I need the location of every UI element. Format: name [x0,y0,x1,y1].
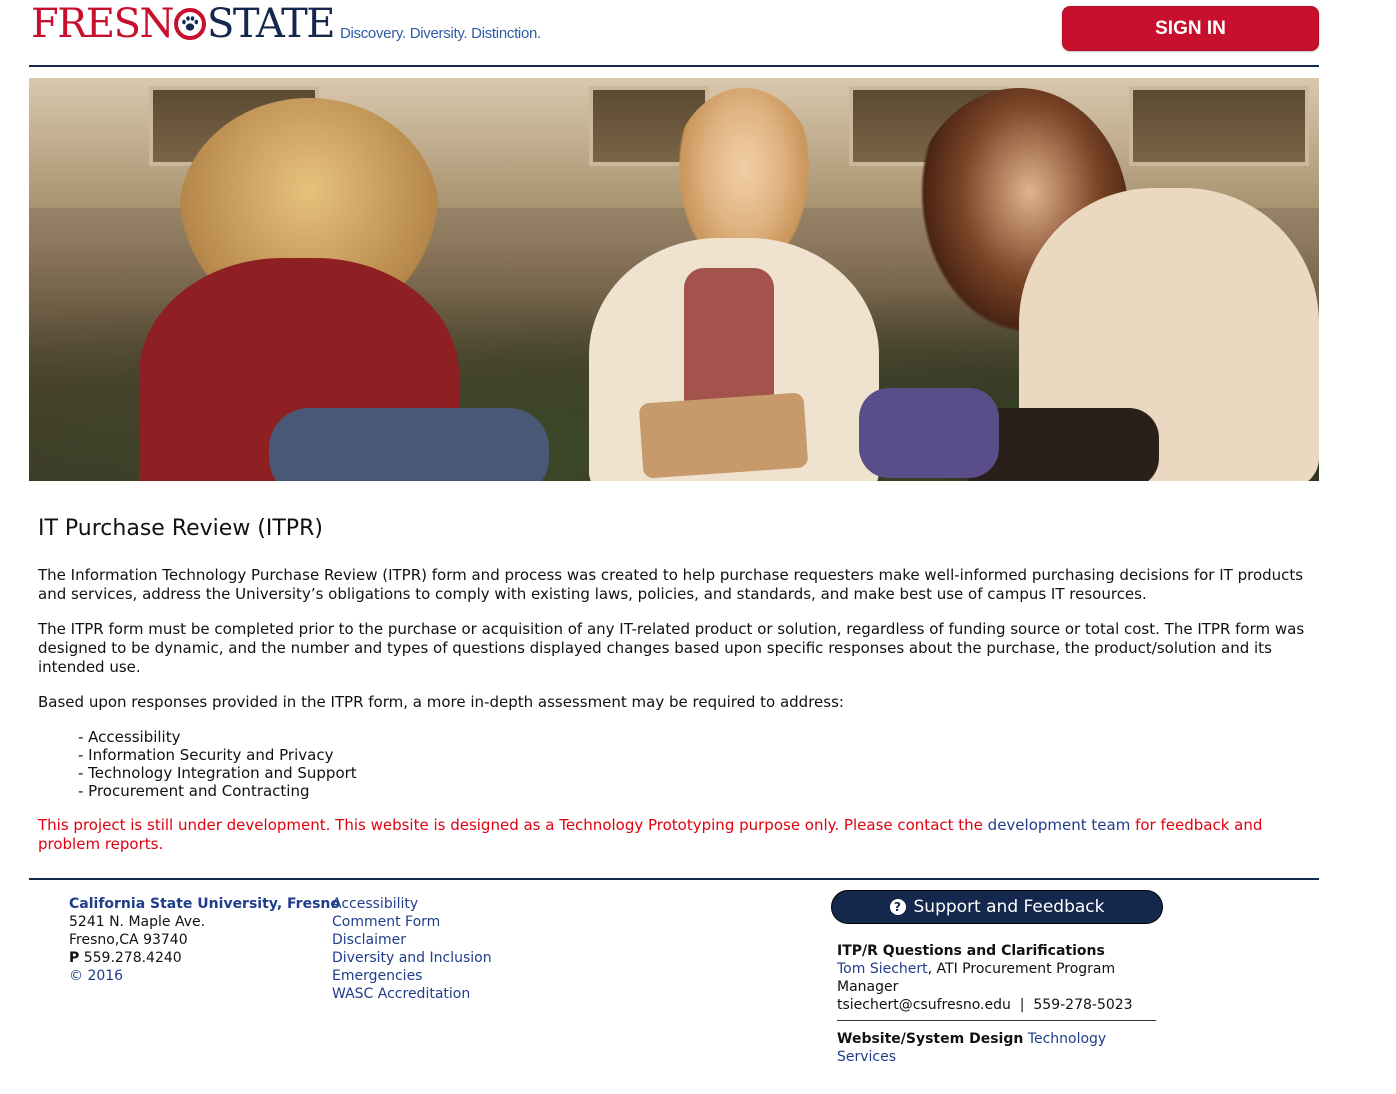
list-item: - Information Security and Privacy [78,746,334,764]
list-item: - Technology Integration and Support [78,764,357,782]
address-line-2: Fresno,CA 93740 [69,932,188,948]
requirement-paragraph: The ITPR form must be completed prior to… [38,620,1305,676]
university-name: California State University, Fresno [69,896,341,912]
contact-heading: ITP/R Questions and Clarifications [837,943,1105,959]
development-team-link[interactable]: development team [988,816,1131,834]
copyright: © 2016 [69,968,124,984]
assessment-paragraph: Based upon responses provided in the ITP… [38,693,844,711]
fresno-state-logo[interactable]: FRESN STATE Discovery. Diversity. Distin… [31,4,541,44]
hero-photo [29,78,1319,481]
contact-email-phone: tsiechert@csufresno.edu | 559-278-5023 [837,997,1133,1013]
assessment-list: - Accessibility - Information Security a… [78,728,1328,800]
footer-divider [29,878,1319,880]
list-item: - Accessibility [78,728,181,746]
intro-paragraph: The Information Technology Purchase Revi… [38,566,1304,603]
contact-block: ITP/R Questions and Clarifications Tom S… [837,942,1157,1066]
sign-in-button[interactable]: SIGN IN [1062,6,1319,51]
footer-link-diversity[interactable]: Diversity and Inclusion [332,949,492,967]
support-feedback-button[interactable]: ? Support and Feedback [831,890,1163,924]
logo-state-text: STATE [206,1,335,47]
footer-link-wasc[interactable]: WASC Accreditation [332,985,492,1003]
footer-link-disclaimer[interactable]: Disclaimer [332,931,492,949]
contact-name-line: Tom Siechert, ATI Procurement Program Ma… [837,961,1116,995]
contact-name-link[interactable]: Tom Siechert [837,961,928,977]
list-item: - Procurement and Contracting [78,782,310,800]
support-feedback-label: Support and Feedback [913,897,1105,917]
page-title: IT Purchase Review (ITPR) [38,516,323,541]
footer-links: Accessibility Comment Form Disclaimer Di… [332,895,492,1003]
logo-tagline: Discovery. Diversity. Distinction. [339,25,541,42]
footer-link-comment-form[interactable]: Comment Form [332,913,492,931]
footer-address: California State University, Fresno 5241… [69,895,340,985]
main-content: IT Purchase Review (ITPR) The Informatio… [38,515,1328,854]
footer-link-emergencies[interactable]: Emergencies [332,967,492,985]
logo-fresno-text: FRESN [31,1,174,47]
address-line-1: 5241 N. Maple Ave. [69,914,206,930]
design-credit: Website/System Design Technology Service… [837,1031,1107,1065]
paw-icon [173,8,206,40]
contact-divider [837,1020,1156,1021]
site-header: FRESN STATE Discovery. Diversity. Distin… [29,0,1319,66]
header-divider [29,65,1319,67]
question-circle-icon: ? [889,899,906,915]
phone-line: P 559.278.4240 [69,950,182,966]
development-notice: This project is still under development.… [38,816,1263,853]
footer-link-accessibility[interactable]: Accessibility [332,895,492,913]
